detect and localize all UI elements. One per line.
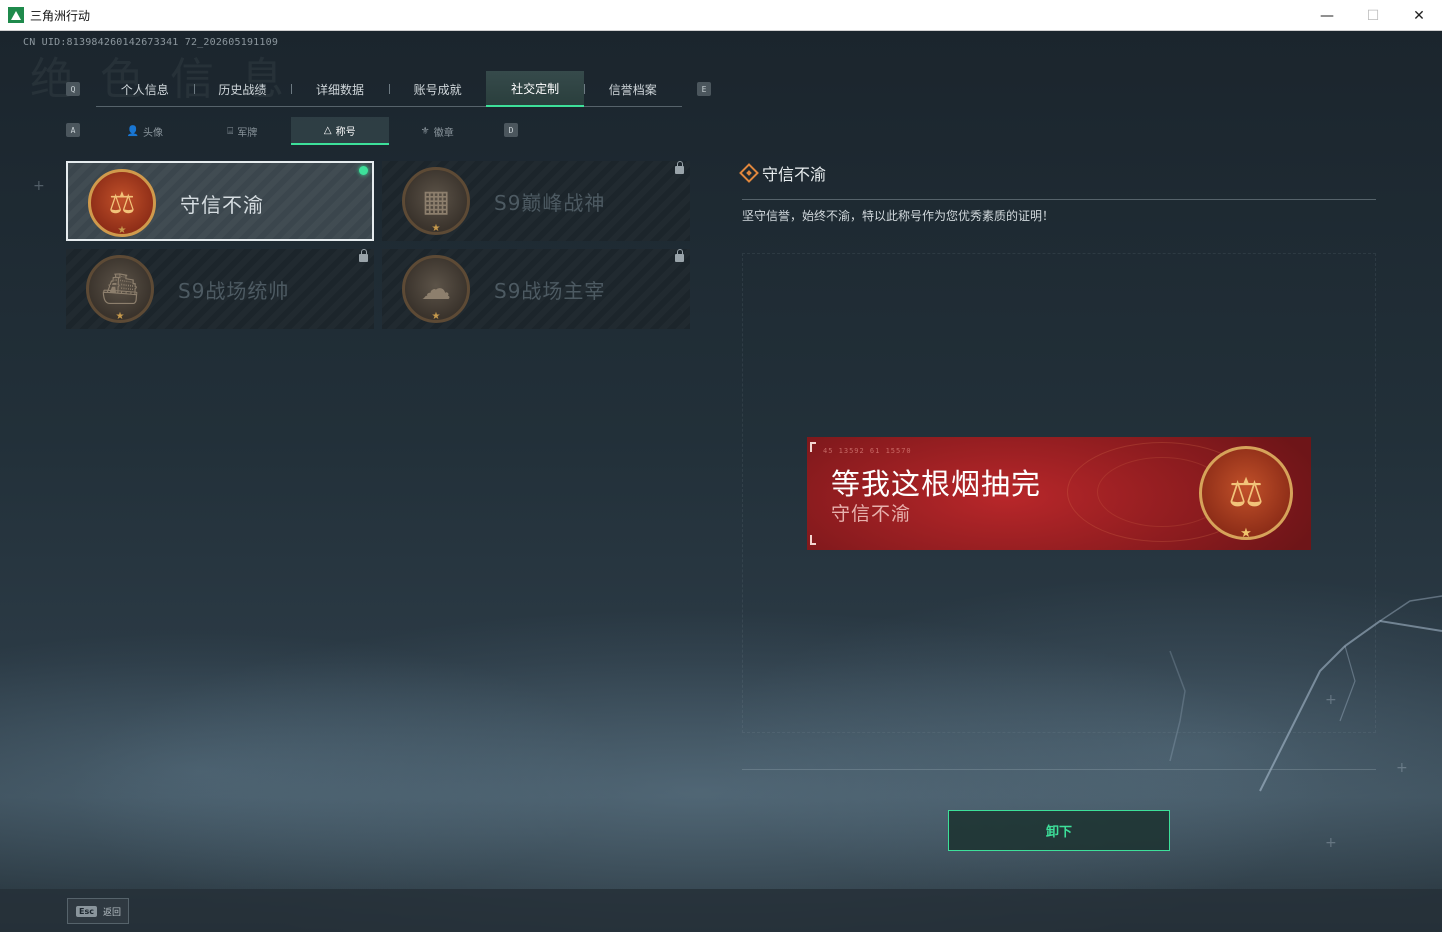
back-button[interactable]: Esc 返回 — [67, 898, 129, 924]
subtab-prev-key-hint[interactable]: A — [66, 123, 80, 137]
subtab-next-key-hint[interactable]: D — [504, 123, 518, 137]
detail-title: 守信不渝 — [739, 161, 827, 185]
subtab-label: 头像 — [142, 127, 163, 139]
player-uid: CN UID:813984260142673341 72_20260519110… — [23, 37, 279, 48]
crosshair-icon: + — [1325, 835, 1337, 851]
tab-label: 社交定制 — [511, 81, 560, 96]
tab-history-record[interactable]: 历史战绩 — [193, 71, 292, 107]
game-viewport: 绝 色 信 息 CN UID:813984260142673341 72_202… — [0, 31, 1442, 932]
title-diamond-icon — [739, 163, 759, 183]
scales-icon: ⚖ ★ — [88, 169, 156, 237]
person-icon: 👤 — [126, 125, 139, 137]
subtab-label: 军牌 — [237, 127, 258, 139]
tab-personal-info[interactable]: 个人信息 — [96, 71, 194, 107]
tab-prev-key-hint[interactable]: Q — [66, 82, 80, 96]
equipped-title: 守信不渝 — [831, 503, 912, 525]
badge-icon: ⚜ — [420, 125, 430, 137]
mushroom-cloud-icon: ☁ ★ — [402, 255, 470, 323]
subtab-label: 称号 — [335, 126, 356, 138]
banner-code-text: 45 13592 61 15570 — [823, 447, 912, 455]
nameplate-preview: 45 13592 61 15570 等我这根烟抽完 守信不渝 ⚖ ★ — [807, 437, 1311, 550]
fortress-icon: ▦ ★ — [402, 167, 470, 235]
tab-label: 详细数据 — [315, 82, 364, 97]
title-card-name: 守信不渝 — [180, 193, 264, 217]
title-card-s9-battlefield-commander[interactable]: ⛴ ★ S9战场统帅 — [66, 249, 374, 329]
crosshair-icon: + — [33, 178, 45, 194]
subtab-avatar[interactable]: 👤 头像 — [96, 117, 194, 145]
tab-label: 账号成就 — [413, 82, 462, 97]
title-card-name: S9巅峰战神 — [494, 191, 606, 215]
dogtag-icon: ⌸ — [227, 125, 234, 137]
tab-label: 历史战绩 — [218, 82, 267, 97]
esc-key-hint: Esc — [76, 905, 97, 917]
tab-label: 个人信息 — [120, 82, 169, 97]
player-nickname: 等我这根烟抽完 — [831, 467, 1042, 501]
lock-icon — [359, 249, 368, 262]
unequip-button[interactable]: 卸下 — [948, 810, 1170, 851]
divider — [742, 199, 1376, 200]
subtab-title[interactable]: △ 称号 — [291, 117, 389, 145]
title-icon: △ — [323, 124, 332, 136]
window-titlebar: 三角洲行动 — ☐ ✕ — [0, 0, 1442, 31]
tab-credit-archive[interactable]: 信誉档案 — [583, 71, 682, 107]
detail-description: 坚守信誉，始终不渝，特以此称号作为您优秀素质的证明！ — [742, 209, 1055, 223]
minimize-button[interactable]: — — [1304, 0, 1350, 31]
tab-detailed-data[interactable]: 详细数据 — [291, 71, 389, 107]
divider — [742, 769, 1376, 770]
subtab-dogtag[interactable]: ⌸ 军牌 — [194, 117, 292, 145]
subtab-label: 徽章 — [433, 127, 454, 139]
sub-tab-bar: 👤 头像 ⌸ 军牌 △ 称号 ⚜ 徽章 — [96, 117, 486, 145]
lock-icon — [675, 161, 684, 174]
bottom-bar: Esc 返回 — [0, 889, 1442, 932]
title-card-name: S9战场统帅 — [178, 279, 290, 303]
tab-next-key-hint[interactable]: E — [697, 82, 711, 96]
title-card-s9-battlefield-dominator[interactable]: ☁ ★ S9战场主宰 — [382, 249, 690, 329]
warship-icon: ⛴ ★ — [86, 255, 154, 323]
window-controls: — ☐ ✕ — [1304, 0, 1442, 31]
maximize-button[interactable]: ☐ — [1350, 0, 1396, 31]
lock-icon — [675, 249, 684, 262]
crosshair-icon: + — [1396, 760, 1408, 776]
title-card-name: S9战场主宰 — [494, 279, 606, 303]
app-logo-icon — [8, 7, 24, 23]
tab-account-achievements[interactable]: 账号成就 — [388, 71, 487, 107]
back-label: 返回 — [102, 907, 121, 918]
corner-bracket — [810, 535, 816, 545]
main-tab-bar: 个人信息 历史战绩 详细数据 账号成就 社交定制 信誉档案 — [96, 71, 682, 107]
title-card-shouxinbuyu[interactable]: ⚖ ★ 守信不渝 — [66, 161, 374, 241]
tab-label: 信誉档案 — [608, 82, 657, 97]
corner-bracket — [810, 442, 816, 452]
close-button[interactable]: ✕ — [1396, 0, 1442, 31]
detail-title-text: 守信不渝 — [762, 165, 827, 184]
scales-icon: ⚖ ★ — [1199, 446, 1293, 541]
tab-social-customization[interactable]: 社交定制 — [486, 71, 584, 107]
subtab-badge[interactable]: ⚜ 徽章 — [389, 117, 487, 145]
window-title: 三角洲行动 — [30, 8, 91, 23]
equipped-indicator-icon — [359, 166, 368, 175]
title-card-s9-peak-war-god[interactable]: ▦ ★ S9巅峰战神 — [382, 161, 690, 241]
